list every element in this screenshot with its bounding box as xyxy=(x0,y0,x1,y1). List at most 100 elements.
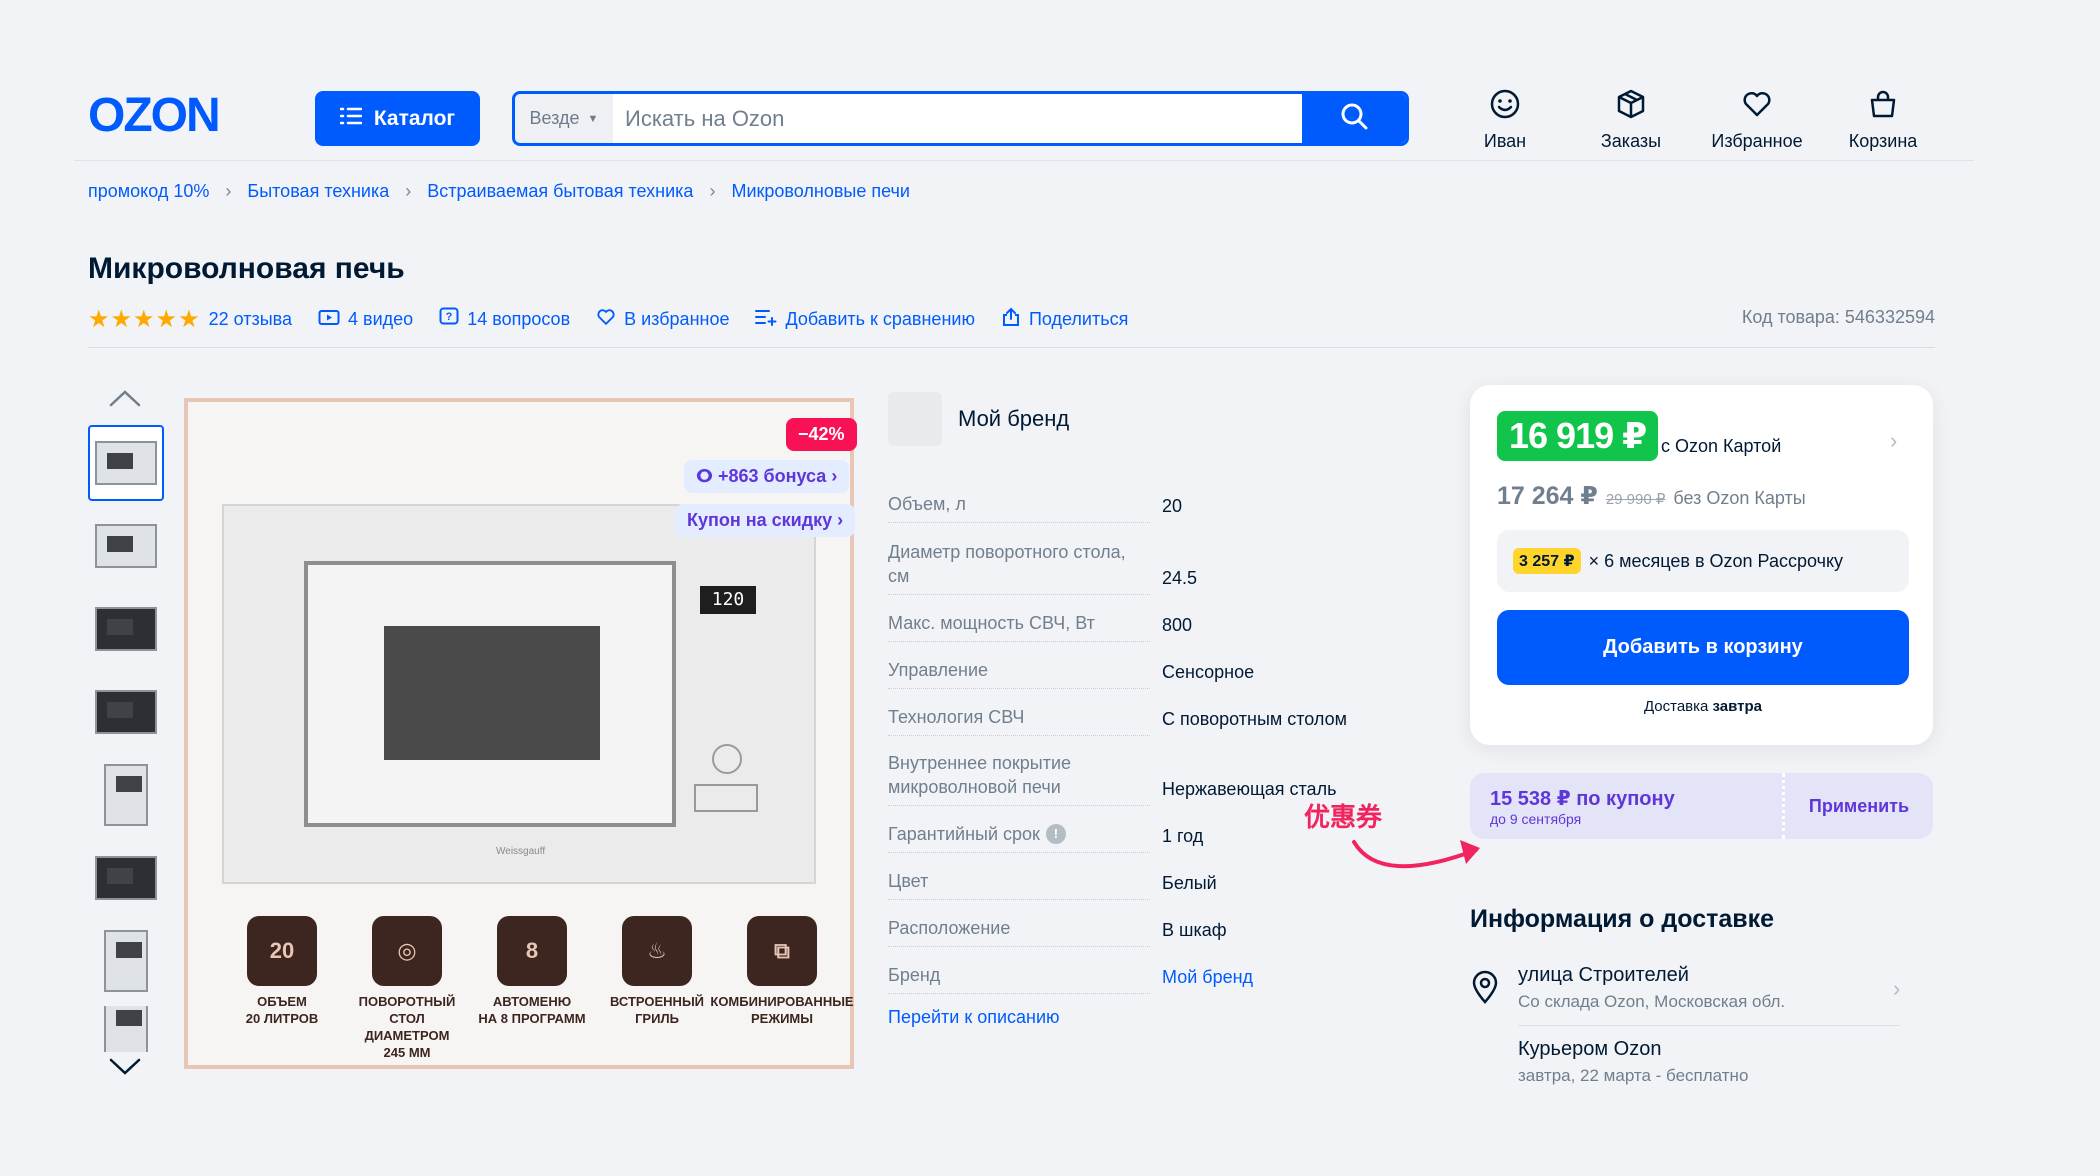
thumbnail[interactable] xyxy=(88,591,164,667)
spec-value: В шкаф xyxy=(1162,920,1227,940)
delivery-day: завтра xyxy=(1712,698,1763,715)
installment-offer[interactable]: 3 257 ₽ × 6 месяцев в Ozon Рассрочку xyxy=(1497,530,1909,592)
chevron-down-icon[interactable] xyxy=(108,1057,142,1082)
spec-value: Сенсорное xyxy=(1162,662,1255,682)
star-rating-icon: ★★★★★ xyxy=(88,306,201,333)
compare-label: Добавить к сравнению xyxy=(785,309,975,329)
search-input[interactable] xyxy=(613,94,1302,143)
header-orders-label: Заказы xyxy=(1600,131,1662,151)
discount-badge: −42% xyxy=(786,418,857,451)
spec-value: 24.5 xyxy=(1162,568,1198,588)
ozon-logo[interactable]: OZON xyxy=(88,90,266,140)
header-cart-label: Корзина xyxy=(1848,131,1918,151)
spec-row: Макс. мощность СВЧ, Вт 800 xyxy=(888,595,1408,642)
info-icon[interactable]: ! xyxy=(1045,824,1066,845)
catalog-button[interactable]: Каталог xyxy=(315,91,480,146)
oven-display: 120 xyxy=(700,586,756,614)
spec-value: Белый xyxy=(1162,873,1217,893)
breadcrumb-item[interactable]: промокод 10% xyxy=(88,181,209,202)
breadcrumb-item[interactable]: Микроволновые печи xyxy=(731,181,909,202)
feature-item: ◎ ПОВОРОТНЫЙ СТОЛ ДИАМЕТРОМ 245 ММ xyxy=(347,916,467,1062)
share-label: Поделиться xyxy=(1028,309,1129,329)
goto-description-link[interactable]: Перейти к описанию xyxy=(888,1007,1060,1028)
chevron-up-icon[interactable] xyxy=(108,388,142,413)
add-to-cart-button[interactable]: Добавить в корзину xyxy=(1497,610,1909,685)
installment-amount: 3 257 ₽ xyxy=(1513,548,1581,574)
thumbnail-list xyxy=(88,425,164,1059)
videos-link[interactable]: 4 видео xyxy=(318,308,413,331)
spec-value: С поворотным столом xyxy=(1162,709,1348,729)
menu-icon xyxy=(339,107,363,131)
header-favorites[interactable]: Избранное xyxy=(1702,88,1812,152)
chevron-right-icon: › xyxy=(837,510,844,530)
regular-price-label: без Ozon Карты xyxy=(1673,488,1806,508)
thumbnail[interactable] xyxy=(88,1006,164,1052)
coupon-date: до 9 сентября xyxy=(1490,811,1582,827)
spec-row: Управление Сенсорное xyxy=(888,642,1408,689)
coupon-info: 15 538 ₽ по купону до 9 сентября xyxy=(1470,773,1785,839)
bonus-badge[interactable]: ⵔ +863 бонуса › xyxy=(684,460,850,493)
thumbnail[interactable] xyxy=(88,757,164,833)
thumbnail-image xyxy=(95,607,157,651)
spec-row: Объем, л 20 xyxy=(888,476,1408,523)
delivery-when: Доставка завтра xyxy=(1497,698,1909,715)
search-scope-label: Везде xyxy=(529,108,580,128)
search-bar: Везде ▼ xyxy=(512,91,1409,146)
courier-option: Курьером Ozon xyxy=(1518,1038,1662,1060)
add-to-favorites-link[interactable]: В избранное xyxy=(596,307,729,332)
reviews-link[interactable]: 22 отзыва xyxy=(209,309,292,330)
spec-key: Управление xyxy=(888,659,1150,689)
annotation-arrow-icon xyxy=(1340,830,1490,895)
share-link[interactable]: Поделиться xyxy=(1001,307,1128,332)
header-cart[interactable]: Корзина xyxy=(1828,88,1938,152)
share-icon xyxy=(1001,307,1021,332)
spec-key: Технология СВЧ xyxy=(888,706,1150,736)
questions-link[interactable]: ? 14 вопросов xyxy=(439,307,570,332)
spec-key: Диаметр поворотного стола, см xyxy=(888,541,1150,595)
oven-window xyxy=(384,626,600,760)
spec-key: Внутреннее покрытие микроволновой печи xyxy=(888,752,1150,806)
apply-coupon-button[interactable]: Применить xyxy=(1785,773,1933,839)
thumbnail[interactable] xyxy=(88,425,164,501)
chevron-right-icon[interactable]: › xyxy=(1893,976,1900,1002)
svg-text:?: ? xyxy=(446,311,453,323)
questions-label: 14 вопросов xyxy=(467,309,571,329)
chevron-right-icon[interactable]: › xyxy=(1890,428,1897,454)
header-profile[interactable]: Иван xyxy=(1450,88,1560,152)
thumbnail[interactable] xyxy=(88,840,164,916)
thumbnail[interactable] xyxy=(88,508,164,584)
header-profile-label: Иван xyxy=(1483,131,1527,151)
spec-row: Внутреннее покрытие микроволновой печи Не… xyxy=(888,736,1408,806)
title-divider xyxy=(88,347,1935,348)
ozon-card-price: 16 919 ₽ xyxy=(1497,411,1659,461)
brand-link[interactable]: Мой бренд xyxy=(1162,967,1253,994)
brand-name[interactable]: Мой бренд xyxy=(958,406,1069,432)
turntable-icon: ◎ xyxy=(372,916,442,986)
delivery-address[interactable]: улица Строителей xyxy=(1518,964,1689,987)
compare-icon xyxy=(755,308,777,331)
compare-link[interactable]: Добавить к сравнению xyxy=(755,308,975,331)
caret-down-icon: ▼ xyxy=(587,112,599,125)
heart-icon xyxy=(1741,88,1773,125)
spec-list: Объем, л 20 Диаметр поворотного стола, см… xyxy=(888,476,1408,994)
feature-label: АВТОМЕНЮ НА 8 ПРОГРАММ xyxy=(478,994,586,1026)
thumbnail[interactable] xyxy=(88,923,164,999)
product-meta-row: ★★★★★ 22 отзыва 4 видео ? 14 вопросов В … xyxy=(88,305,1128,334)
rating[interactable]: ★★★★★ 22 отзыва xyxy=(88,305,292,334)
ozon-card-label: с Ozon Картой xyxy=(1661,436,1782,456)
bonus-label: +863 бонуса xyxy=(717,466,827,486)
header-orders[interactable]: Заказы xyxy=(1576,88,1686,152)
thumbnail-image xyxy=(104,1006,148,1052)
breadcrumb-item[interactable]: Бытовая техника xyxy=(247,181,389,202)
brand-logo[interactable] xyxy=(888,392,942,446)
spec-value: 800 xyxy=(1162,615,1193,635)
oven-brand-label: Weissgauff xyxy=(496,846,546,857)
video-icon xyxy=(318,308,340,331)
thumbnail[interactable] xyxy=(88,674,164,750)
coupon-badge-label: Купон на скидку xyxy=(687,510,833,530)
search-scope-select[interactable]: Везде ▼ xyxy=(515,94,613,143)
coupon-badge[interactable]: Купон на скидку › xyxy=(675,504,856,537)
breadcrumb-item[interactable]: Встраиваемая бытовая техника xyxy=(427,181,693,202)
spec-key-label: Гарантийный срок xyxy=(888,823,1040,844)
search-button[interactable] xyxy=(1302,94,1406,143)
